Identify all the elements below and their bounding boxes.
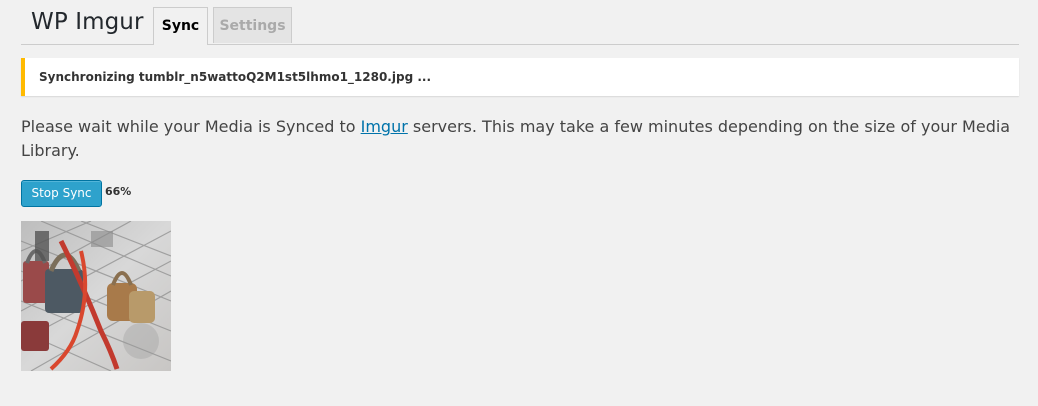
progress-percentage: 66% [105,185,132,198]
page-wrap: WP Imgur Sync Settings Synchronizing tum… [21,0,1019,371]
page-title: WP Imgur [31,9,144,35]
message-text-before: Please wait while your Media is Synced t… [21,117,361,136]
tab-settings[interactable]: Settings [213,7,292,43]
imgur-link[interactable]: Imgur [361,117,408,136]
header-bar: WP Imgur Sync Settings [21,0,1019,45]
padlocks-photo-image [21,221,171,371]
tab-sync[interactable]: Sync [153,7,208,45]
stop-sync-button[interactable]: Stop Sync [21,180,102,207]
sync-notice: Synchronizing tumblr_n5wattoQ2M1st5lhmo1… [21,58,1019,96]
media-thumbnail [21,221,171,371]
sync-message: Please wait while your Media is Synced t… [21,115,1019,163]
